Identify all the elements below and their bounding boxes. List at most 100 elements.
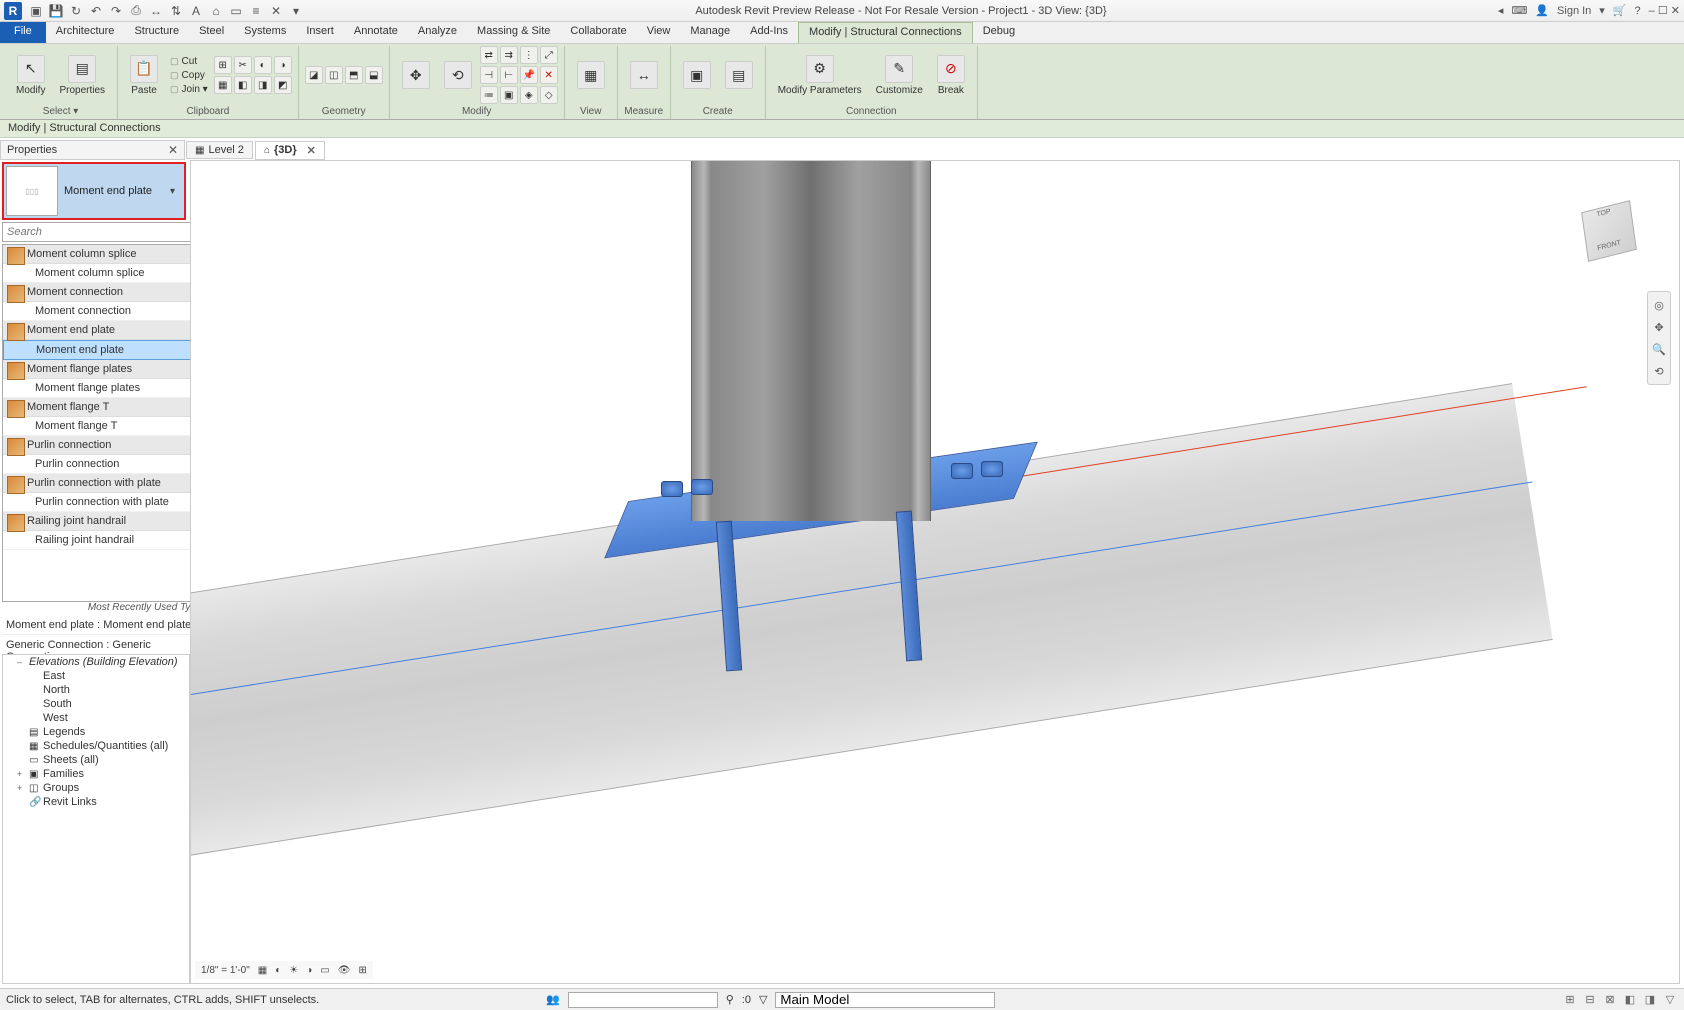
status-icon-1[interactable]: ⊞: [1562, 992, 1578, 1008]
tab-insert[interactable]: Insert: [296, 22, 344, 43]
break-button[interactable]: ⊘Break: [931, 53, 971, 98]
status-icon-3[interactable]: ⊠: [1602, 992, 1618, 1008]
workset-filter-input[interactable]: [568, 992, 718, 1008]
offset-icon[interactable]: ⇉: [500, 46, 518, 64]
browser-elevations-header[interactable]: –Elevations (Building Elevation): [3, 655, 189, 669]
view-tab-3d[interactable]: ⌂ {3D} ✕: [255, 141, 325, 160]
split-icon[interactable]: ⊢: [500, 66, 518, 84]
qat-redo-icon[interactable]: ↷: [108, 3, 124, 19]
help-icon[interactable]: ?: [1635, 5, 1641, 17]
close-window-icon[interactable]: ✕: [1671, 5, 1680, 17]
tab-modify-structural-connections[interactable]: Modify | Structural Connections: [798, 22, 973, 43]
qat-open-icon[interactable]: ▣: [28, 3, 44, 19]
properties-close-icon[interactable]: ✕: [168, 143, 178, 157]
browser-west[interactable]: West: [3, 711, 189, 725]
measure-button[interactable]: ↔: [624, 59, 664, 91]
geom3-icon[interactable]: ⬒: [345, 66, 363, 84]
minimize-icon[interactable]: –: [1649, 5, 1655, 17]
qat-close-hidden-icon[interactable]: ✕: [268, 3, 284, 19]
qat-undo-icon[interactable]: ↶: [88, 3, 104, 19]
sign-in-dropdown-icon[interactable]: ▾: [1599, 4, 1605, 17]
view-scale[interactable]: 1/8" = 1'-0": [199, 965, 252, 976]
tool11-icon[interactable]: ◇: [540, 86, 558, 104]
steel-column[interactable]: [691, 160, 931, 521]
rotate-button[interactable]: ⟲: [438, 59, 478, 91]
group-icon[interactable]: ▣: [500, 86, 518, 104]
app-store-icon[interactable]: 🛒: [1613, 4, 1627, 17]
qat-save-icon[interactable]: 💾: [48, 3, 64, 19]
status-icon-5[interactable]: ◨: [1642, 992, 1658, 1008]
visual-style-icon[interactable]: ◐: [273, 965, 283, 976]
copy-button[interactable]: Copy: [166, 69, 212, 82]
join-button[interactable]: Join ▾: [166, 83, 212, 96]
nav-pan-icon[interactable]: ✥: [1650, 318, 1668, 336]
bolt-1[interactable]: [661, 481, 683, 497]
bolt-4[interactable]: [981, 461, 1003, 477]
reveal-icon[interactable]: ⊞: [356, 965, 368, 976]
tab-view[interactable]: View: [637, 22, 681, 43]
browser-legends[interactable]: ▤Legends: [3, 725, 189, 739]
match-type-icon[interactable]: ⊞: [214, 56, 232, 74]
view-cube-face[interactable]: TOP FRONT: [1581, 200, 1637, 262]
qat-switch-icon[interactable]: ▾: [288, 3, 304, 19]
select-dropdown[interactable]: Select ▾: [10, 104, 111, 119]
tab-annotate[interactable]: Annotate: [344, 22, 408, 43]
tool-icon[interactable]: ◑: [274, 56, 292, 74]
create1-button[interactable]: ▣: [677, 59, 717, 91]
project-browser[interactable]: –Elevations (Building Elevation) East No…: [2, 654, 190, 984]
crop-icon[interactable]: ▭: [318, 965, 331, 976]
view-button[interactable]: ▦: [571, 59, 611, 91]
geom2-icon[interactable]: ◫: [325, 66, 343, 84]
qat-measure-icon[interactable]: ↔: [148, 3, 164, 19]
filter-icon[interactable]: ▽: [759, 993, 767, 1006]
tool4-icon[interactable]: ◨: [254, 76, 272, 94]
scale-icon[interactable]: ⤢: [540, 46, 558, 64]
qat-text-icon[interactable]: A: [188, 3, 204, 19]
tab-architecture[interactable]: Architecture: [46, 22, 125, 43]
bolt-2[interactable]: [691, 479, 713, 495]
tool5-icon[interactable]: ◩: [274, 76, 292, 94]
status-icon-4[interactable]: ◧: [1622, 992, 1638, 1008]
array-icon[interactable]: ⋮: [520, 46, 538, 64]
delete-icon[interactable]: ✕: [540, 66, 558, 84]
view-tab-level2[interactable]: ▦ Level 2: [186, 141, 253, 159]
tool2-icon[interactable]: ▦: [214, 76, 232, 94]
paste-button[interactable]: 📋Paste: [124, 53, 164, 98]
tab-steel[interactable]: Steel: [189, 22, 234, 43]
tab-addins[interactable]: Add-Ins: [740, 22, 798, 43]
design-options-select[interactable]: [775, 992, 995, 1008]
properties-button[interactable]: ▤Properties: [53, 53, 111, 98]
nav-wheel-icon[interactable]: ◎: [1650, 296, 1668, 314]
nav-orbit-icon[interactable]: ⟲: [1650, 362, 1668, 380]
file-tab[interactable]: File: [0, 22, 46, 43]
create2-button[interactable]: ▤: [719, 59, 759, 91]
tab-structure[interactable]: Structure: [124, 22, 189, 43]
modify-button[interactable]: ↖Modify: [10, 53, 51, 98]
tab-manage[interactable]: Manage: [680, 22, 740, 43]
qat-print-icon[interactable]: ⎙: [128, 3, 144, 19]
mru-item-moment-end-plate[interactable]: Moment end plate : Moment end plate: [2, 616, 200, 635]
browser-groups[interactable]: +◫Groups: [3, 781, 189, 795]
shadows-icon[interactable]: ◑: [304, 965, 314, 976]
nav-zoom-icon[interactable]: 🔍: [1650, 340, 1668, 358]
browser-north[interactable]: North: [3, 683, 189, 697]
tool3-icon[interactable]: ◧: [234, 76, 252, 94]
type-selector-dropdown[interactable]: ▯▯▯ Moment end plate ▾: [2, 162, 186, 220]
geom1-icon[interactable]: ◪: [305, 66, 323, 84]
3d-viewport[interactable]: TOP FRONT ◎ ✥ 🔍 ⟲ 1/8" = 1'-0" ▦ ◐ ☀ ◑ ▭…: [190, 160, 1680, 984]
worksets-icon[interactable]: 👥: [546, 993, 560, 1006]
mirror-icon[interactable]: ⇄: [480, 46, 498, 64]
notch-icon[interactable]: ◐: [254, 56, 272, 74]
tab-collaborate[interactable]: Collaborate: [560, 22, 636, 43]
bolt-3[interactable]: [951, 463, 973, 479]
infocenter-arrow-icon[interactable]: ◂: [1498, 4, 1504, 17]
tab-analyze[interactable]: Analyze: [408, 22, 467, 43]
qat-sync-icon[interactable]: ↻: [68, 3, 84, 19]
view-cube[interactable]: TOP FRONT: [1569, 191, 1649, 271]
geom4-icon[interactable]: ⬓: [365, 66, 383, 84]
browser-sheets[interactable]: ▭Sheets (all): [3, 753, 189, 767]
tab-massing[interactable]: Massing & Site: [467, 22, 560, 43]
view-tab-close-icon[interactable]: ✕: [307, 144, 316, 157]
status-icon-6[interactable]: ▽: [1662, 992, 1678, 1008]
browser-families[interactable]: +▣Families: [3, 767, 189, 781]
